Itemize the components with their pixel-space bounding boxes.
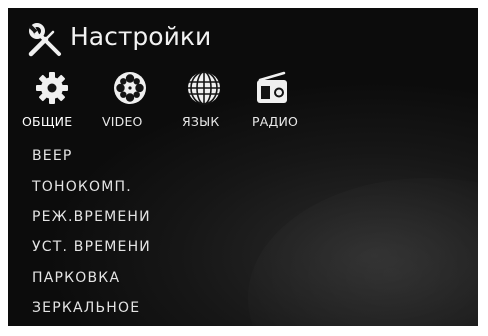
menu-item-time-mode[interactable]: РЕЖ.ВРЕМЕНИ [32, 209, 151, 231]
radio-icon [257, 71, 287, 103]
menu-item-parking[interactable]: ПАРКОВКА [32, 270, 120, 292]
tab-bar: ОБЩИЕ VIDEO ЯЗЫК РАДИО [8, 70, 478, 136]
menu-item-mirror[interactable]: ЗЕРКАЛЬНОЕ [32, 300, 140, 322]
page-title: Настройки [70, 22, 212, 51]
menu-item-tone-compensation[interactable]: ТОНОКОМП. [32, 179, 132, 201]
film-reel-icon [114, 72, 146, 104]
tab-video[interactable]: VIDEO [102, 70, 164, 136]
tab-language[interactable]: ЯЗЫК [174, 70, 230, 136]
header: Настройки [8, 8, 478, 64]
tab-label: VIDEO [102, 114, 143, 129]
tab-label: РАДИО [252, 114, 299, 129]
tab-radio[interactable]: РАДИО [240, 70, 304, 136]
tab-general[interactable]: ОБЩИЕ [22, 70, 94, 136]
tools-icon [28, 23, 61, 57]
gear-icon [36, 72, 68, 104]
tab-label: ЯЗЫК [182, 114, 220, 129]
globe-icon [188, 71, 220, 105]
tab-label: ОБЩИЕ [22, 114, 73, 129]
settings-screen: Настройки ОБЩИЕ VIDEO ЯЗЫК РАДИО BEEP ТО… [8, 8, 478, 326]
menu-item-beep[interactable]: BEEP [32, 148, 73, 170]
menu-item-set-time[interactable]: УСТ. ВРЕМЕНИ [32, 239, 151, 261]
